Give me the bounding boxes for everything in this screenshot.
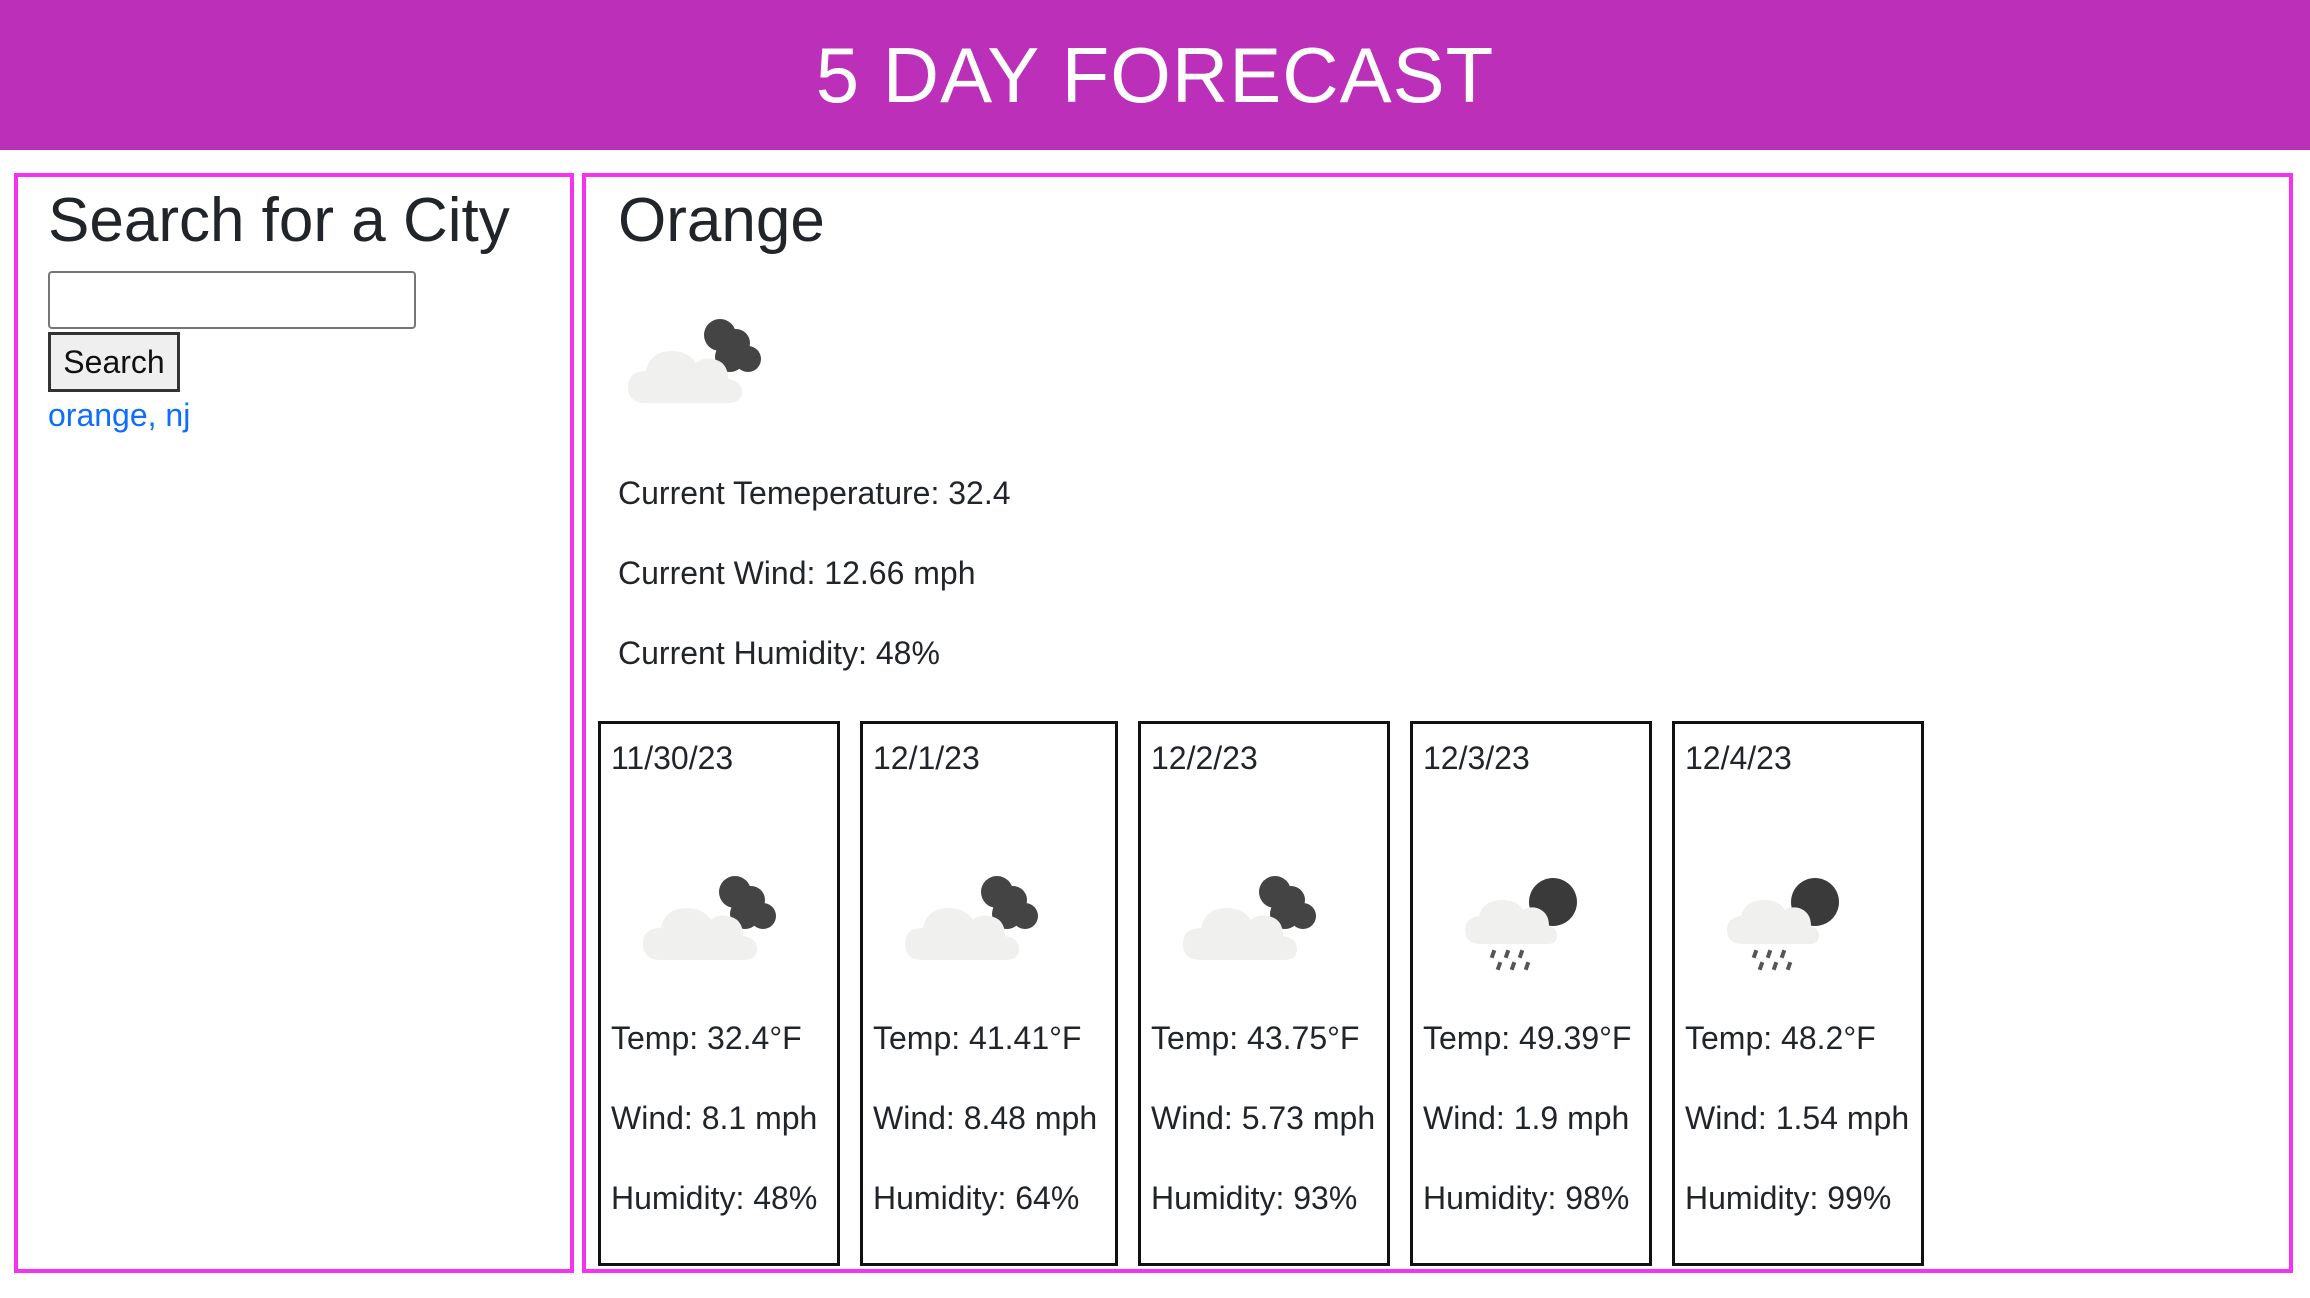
city-name: Orange <box>618 186 825 255</box>
rain-night-icon <box>1465 878 1577 971</box>
cloudy-night-icon <box>1183 876 1316 960</box>
cloudy-night-icon <box>643 876 776 960</box>
forecast-wind: Wind: 8.1 mph <box>611 1100 818 1136</box>
current-wind: Current Wind: 12.66 mph <box>618 555 976 591</box>
cloudy-night-icon <box>628 319 761 403</box>
forecast-temp: Temp: 48.2°F <box>1685 1020 1876 1056</box>
forecast-humidity: Humidity: 99% <box>1685 1180 1892 1216</box>
forecast-humidity: Humidity: 93% <box>1151 1180 1358 1216</box>
forecast-humidity: Humidity: 98% <box>1423 1180 1630 1216</box>
forecast-card: 12/4/23 Temp: 48.2°F Wind: 1.54 mph Humi… <box>1672 721 1924 1266</box>
forecast-wind: Wind: 5.73 mph <box>1151 1100 1376 1136</box>
forecast-date: 12/4/23 <box>1685 740 1792 776</box>
forecast-temp: Temp: 41.41°F <box>873 1020 1082 1056</box>
page-title: 5 DAY FORECAST <box>815 30 1495 119</box>
city-search-input[interactable] <box>48 271 416 329</box>
search-panel: Search for a City Search orange, nj <box>14 173 574 1273</box>
forecast-date: 11/30/23 <box>611 740 734 776</box>
forecast-humidity: Humidity: 64% <box>873 1180 1080 1216</box>
forecast-date: 12/1/23 <box>873 740 980 776</box>
cloudy-night-icon <box>905 876 1038 960</box>
forecast-card: 12/3/23 Temp: 49.39°F Wind: 1.9 mph Humi… <box>1410 721 1652 1266</box>
history-link-orange-nj[interactable]: orange, nj <box>48 397 190 434</box>
forecast-temp: Temp: 43.75°F <box>1151 1020 1360 1056</box>
page-header: 5 DAY FORECAST <box>0 0 2310 150</box>
forecast-card: 12/2/23 Temp: 43.75°F Wind: 5.73 mph Hum… <box>1138 721 1390 1266</box>
current-temperature: Current Temeperature: 32.4 <box>618 475 1011 511</box>
forecast-wind: Wind: 1.54 mph <box>1685 1100 1910 1136</box>
forecast-date: 12/3/23 <box>1423 740 1530 776</box>
search-heading: Search for a City <box>48 186 510 255</box>
rain-night-icon <box>1727 878 1839 971</box>
forecast-wind: Wind: 8.48 mph <box>873 1100 1098 1136</box>
forecast-humidity: Humidity: 48% <box>611 1180 818 1216</box>
forecast-wind: Wind: 1.9 mph <box>1423 1100 1630 1136</box>
forecast-card: 12/1/23 Temp: 41.41°F Wind: 8.48 mph Hum… <box>860 721 1118 1266</box>
forecast-card: 11/30/23 Temp: 32.4°F Wind: 8.1 mph Humi… <box>598 721 840 1266</box>
forecast-temp: Temp: 49.39°F <box>1423 1020 1632 1056</box>
search-button[interactable]: Search <box>48 332 180 392</box>
forecast-panel: Orange Current Temeperature: 32.4 Curren… <box>582 173 2293 1273</box>
forecast-date: 12/2/23 <box>1151 740 1258 776</box>
forecast-temp: Temp: 32.4°F <box>611 1020 802 1056</box>
current-humidity: Current Humidity: 48% <box>618 635 940 671</box>
